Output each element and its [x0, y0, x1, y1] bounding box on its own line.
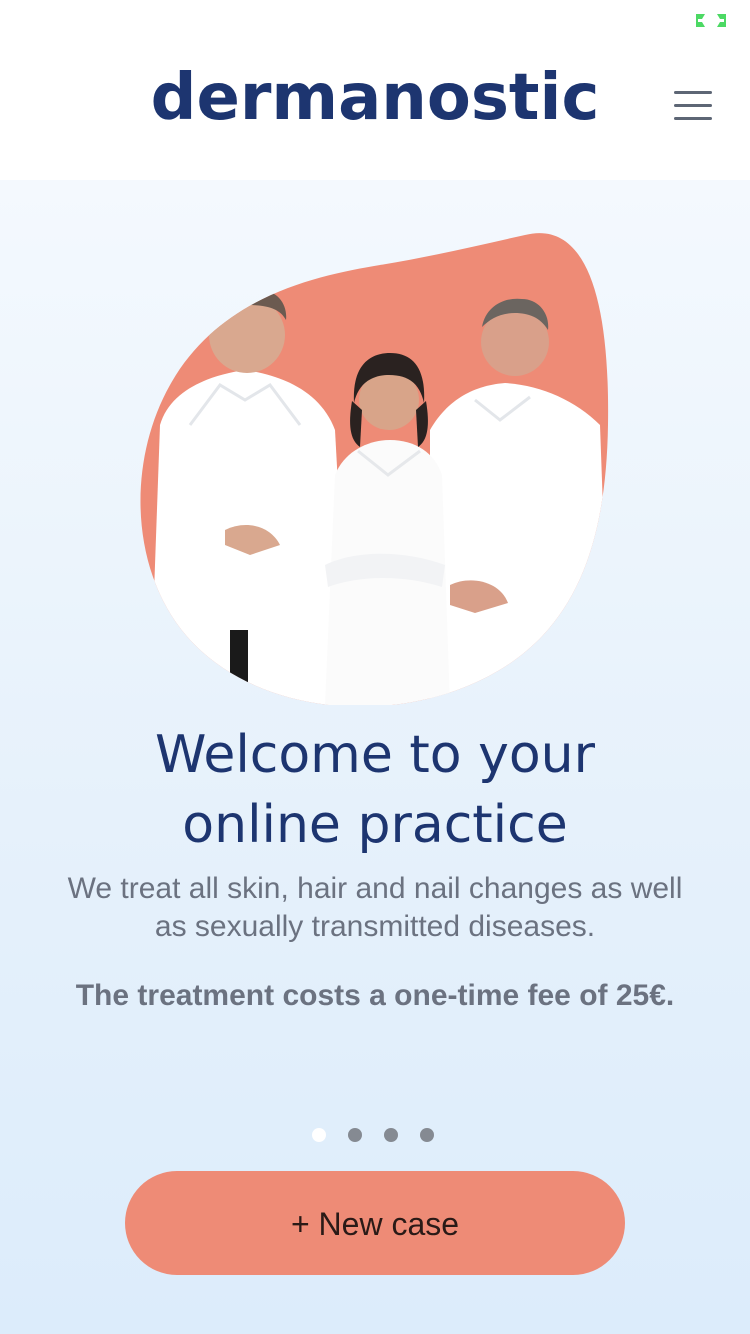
- logo[interactable]: dermanostic: [0, 58, 750, 138]
- carousel-dot-1[interactable]: [312, 1128, 326, 1142]
- description-text: We treat all skin, hair and nail changes…: [67, 872, 683, 943]
- welcome-section: Welcome to your online practice We treat…: [0, 180, 750, 1334]
- carousel-dot-2[interactable]: [348, 1128, 362, 1142]
- hamburger-menu-icon[interactable]: [674, 88, 712, 122]
- carousel-dot-4[interactable]: [420, 1128, 434, 1142]
- status-bar: [0, 0, 750, 40]
- title-line-1: Welcome to your: [154, 725, 596, 785]
- battery-charging-icon: [696, 14, 726, 27]
- page-title: Welcome to your online practice: [0, 720, 750, 860]
- new-case-button[interactable]: + New case: [125, 1171, 625, 1275]
- fee-text: The treatment costs a one-time fee of 25…: [75, 979, 675, 1012]
- title-line-2: online practice: [182, 795, 568, 855]
- hero-doctors-image: [140, 233, 609, 705]
- header: dermanostic: [0, 40, 750, 180]
- carousel-dot-3[interactable]: [384, 1128, 398, 1142]
